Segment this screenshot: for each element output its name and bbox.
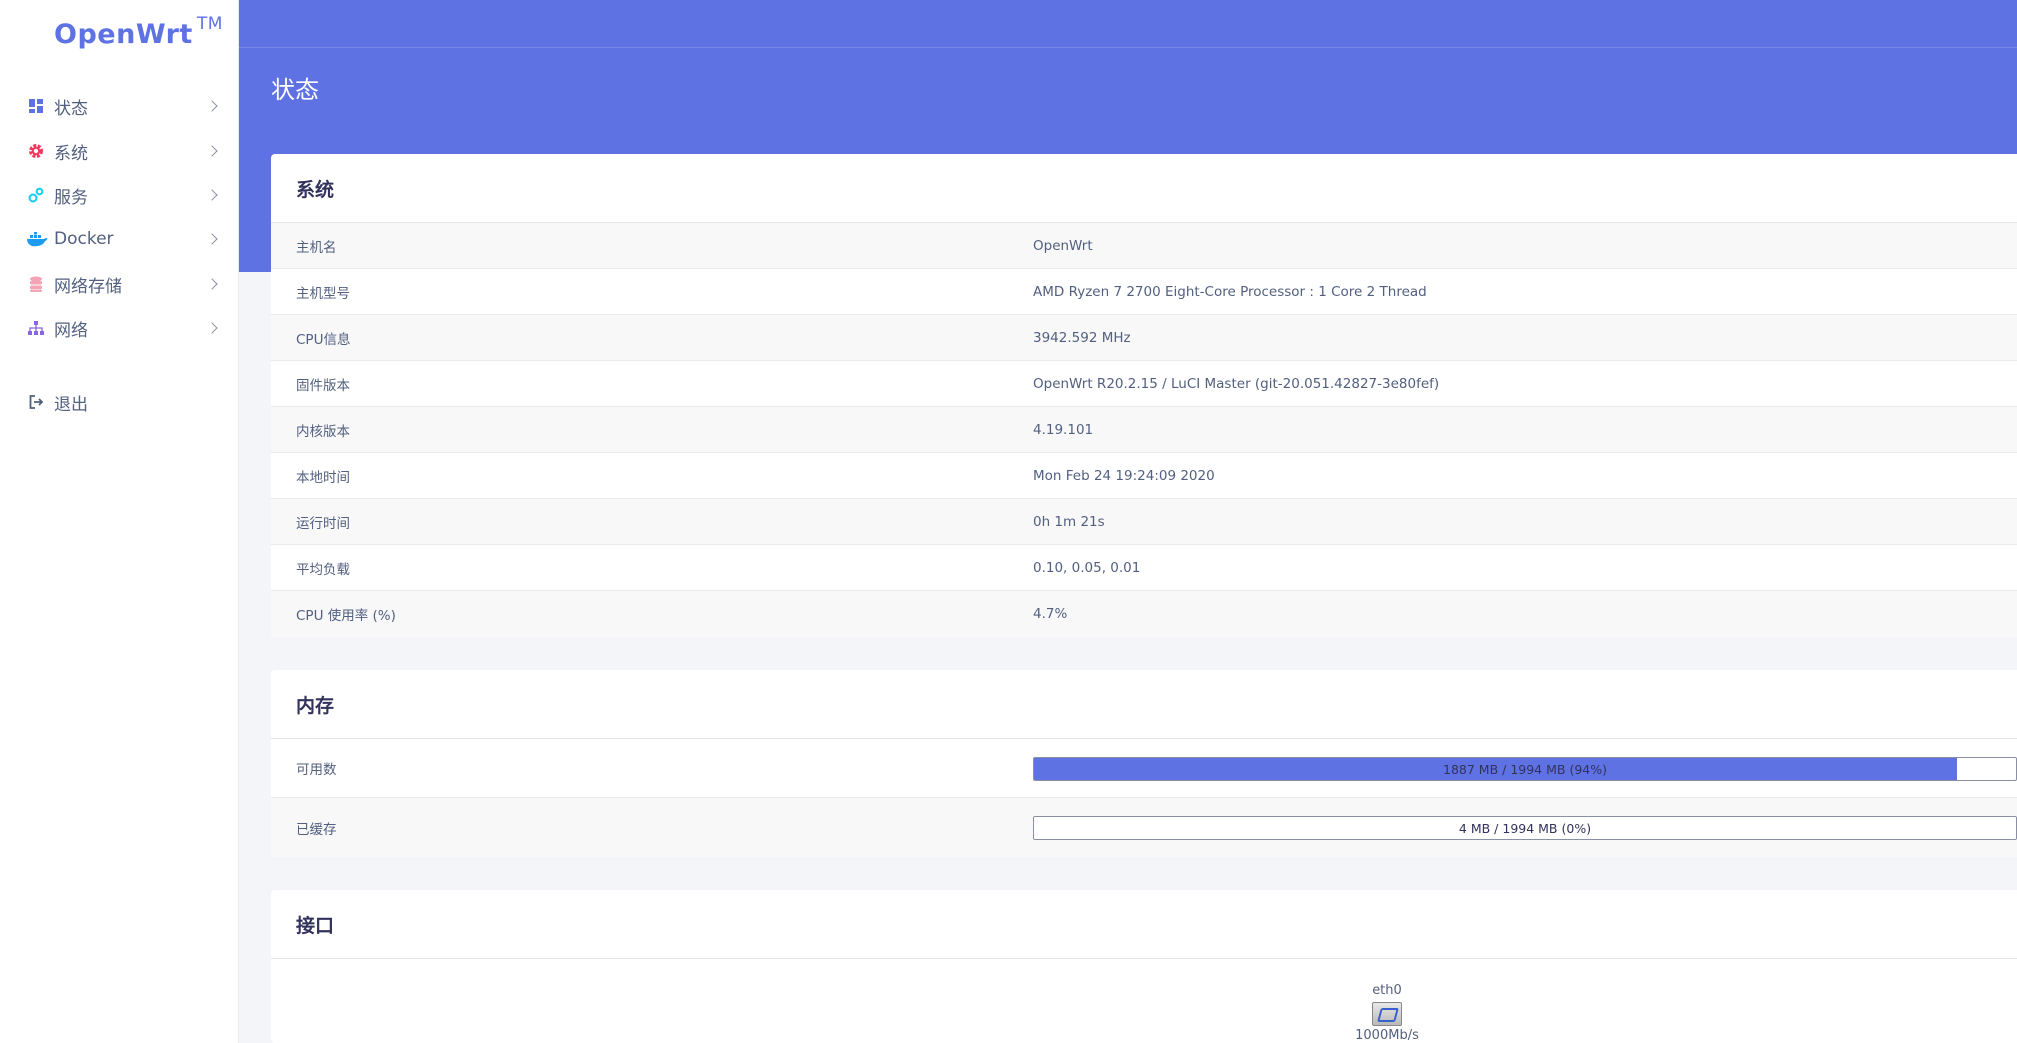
system-card-title: 系统 bbox=[271, 154, 2017, 223]
memory-card: 内存 可用数 1887 MB / 1994 MB (94%) 已缓存 4 MB … bbox=[271, 670, 2017, 857]
row-key: 主机名 bbox=[296, 239, 337, 256]
row-value: OpenWrt bbox=[1033, 237, 1093, 254]
row-value: 0.10, 0.05, 0.01 bbox=[1033, 559, 1141, 576]
sidebar-item-nas[interactable]: 网络存储 bbox=[0, 264, 239, 304]
brand-trademark: TM bbox=[196, 14, 223, 34]
interfaces-card-title: 接口 bbox=[271, 890, 2017, 959]
sidebar-item-label: 网络存储 bbox=[54, 276, 122, 297]
header-divider bbox=[239, 47, 2017, 48]
chevron-right-icon bbox=[206, 322, 218, 334]
row-key: CPU信息 bbox=[296, 331, 351, 348]
table-row: 本地时间 Mon Feb 24 19:24:09 2020 bbox=[271, 453, 2017, 499]
sidebar-item-network[interactable]: 网络 bbox=[0, 308, 239, 348]
memory-card-title: 内存 bbox=[271, 670, 2017, 739]
row-value: 4.7% bbox=[1033, 606, 1068, 622]
system-table: 主机名 OpenWrt 主机型号 AMD Ryzen 7 2700 Eight-Co… bbox=[271, 223, 2017, 637]
sidebar-item-label: 退出 bbox=[54, 394, 88, 415]
row-key: CPU 使用率 (%) bbox=[296, 608, 396, 624]
chevron-right-icon bbox=[206, 145, 218, 157]
sidebar-item-label: 状态 bbox=[54, 98, 88, 119]
sitemap-icon bbox=[28, 320, 44, 336]
sidebar-item-logout[interactable]: 退出 bbox=[0, 382, 239, 422]
sidebar-item-label: Docker bbox=[54, 229, 114, 249]
sidebar-item-system[interactable]: 系统 bbox=[0, 131, 239, 171]
table-row: CPU信息 3942.592 MHz bbox=[271, 315, 2017, 361]
row-key: 固件版本 bbox=[296, 377, 350, 394]
table-row: 内核版本 4.19.101 bbox=[271, 407, 2017, 453]
page-title: 状态 bbox=[271, 76, 319, 104]
sidebar-item-services[interactable]: 服务 bbox=[0, 175, 239, 215]
row-value: OpenWrt R20.2.15 / LuCI Master (git-20.0… bbox=[1033, 375, 1440, 392]
system-card: 系统 主机名 OpenWrt 主机型号 AMD Ryzen 7 2700 Eight… bbox=[271, 154, 2017, 637]
table-row: 主机名 OpenWrt bbox=[271, 223, 2017, 269]
chevron-right-icon bbox=[206, 100, 218, 112]
interface-eth0[interactable]: eth0 1000Mb/s bbox=[1342, 983, 1432, 1043]
row-value: 0h 1m 21s bbox=[1033, 513, 1105, 530]
sidebar-item-status[interactable]: 状态 bbox=[0, 86, 239, 126]
sidebar-item-label: 网络 bbox=[54, 320, 88, 341]
table-row: CPU 使用率 (%) 4.7% bbox=[271, 591, 2017, 637]
brand-logo[interactable]: OpenWrt TM bbox=[54, 14, 223, 50]
memory-row-cached: 已缓存 4 MB / 1994 MB (0%) bbox=[271, 798, 2017, 857]
row-key: 内核版本 bbox=[296, 423, 350, 440]
sidebar: OpenWrt TM 状态 系统 服务 Docker 网络存储 网络 退出 bbox=[0, 0, 239, 1043]
database-icon bbox=[28, 276, 44, 292]
sign-out-icon bbox=[28, 394, 44, 410]
gear-icon bbox=[28, 143, 44, 159]
table-row: 运行时间 0h 1m 21s bbox=[271, 499, 2017, 545]
progress-text: 1887 MB / 1994 MB (94%) bbox=[1443, 761, 1607, 777]
row-key: 运行时间 bbox=[296, 515, 350, 532]
progress-text: 4 MB / 1994 MB (0%) bbox=[1458, 820, 1592, 836]
sidebar-item-label: 服务 bbox=[54, 187, 88, 208]
memory-available-bar: 1887 MB / 1994 MB (94%) bbox=[1033, 757, 2017, 781]
row-value: 3942.592 MHz bbox=[1033, 329, 1131, 346]
row-value: AMD Ryzen 7 2700 Eight-Core Processor : … bbox=[1033, 283, 1427, 300]
row-value: Mon Feb 24 19:24:09 2020 bbox=[1033, 467, 1215, 484]
row-key: 平均负载 bbox=[296, 561, 350, 578]
row-key: 主机型号 bbox=[296, 285, 350, 302]
interface-speed: 1000Mb/s bbox=[1355, 1028, 1419, 1043]
brand-name: OpenWrt bbox=[54, 19, 193, 50]
cogs-icon bbox=[28, 187, 44, 203]
ethernet-port-icon bbox=[1372, 1002, 1402, 1026]
row-key: 可用数 bbox=[296, 762, 337, 778]
memory-cached-bar: 4 MB / 1994 MB (0%) bbox=[1033, 816, 2017, 840]
row-key: 本地时间 bbox=[296, 469, 350, 486]
sidebar-item-label: 系统 bbox=[54, 143, 88, 164]
chevron-right-icon bbox=[206, 278, 218, 290]
chevron-right-icon bbox=[206, 233, 218, 245]
memory-row-available: 可用数 1887 MB / 1994 MB (94%) bbox=[271, 739, 2017, 798]
table-row: 平均负载 0.10, 0.05, 0.01 bbox=[271, 545, 2017, 591]
chevron-right-icon bbox=[206, 189, 218, 201]
docker-icon bbox=[26, 231, 48, 247]
dashboard-icon bbox=[28, 98, 44, 114]
row-value: 4.19.101 bbox=[1033, 421, 1094, 438]
interfaces-card: 接口 bbox=[271, 890, 2017, 1043]
row-key: 已缓存 bbox=[296, 821, 337, 838]
table-row: 主机型号 AMD Ryzen 7 2700 Eight-Core Processo… bbox=[271, 269, 2017, 315]
table-row: 固件版本 OpenWrt R20.2.15 / LuCI Master (git-… bbox=[271, 361, 2017, 407]
interface-name: eth0 bbox=[1372, 983, 1402, 998]
sidebar-item-docker[interactable]: Docker bbox=[0, 219, 239, 259]
